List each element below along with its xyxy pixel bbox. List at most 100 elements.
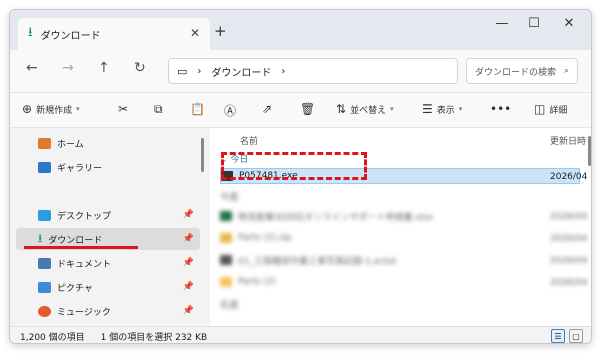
file-row[interactable]: Parts (2)	[220, 274, 580, 290]
search-input[interactable]: ダウンロードの検索 ⌕	[466, 58, 578, 84]
sidebar-item-home[interactable]: ホーム	[16, 132, 200, 154]
breadcrumb-downloads[interactable]: ダウンロード	[211, 64, 271, 79]
pictures-icon	[38, 281, 51, 293]
breadcrumb-separator-icon: ›	[197, 65, 202, 77]
gallery-icon	[38, 161, 51, 173]
monitor-icon: ▭	[177, 64, 188, 78]
pin-icon[interactable]: 📌	[183, 210, 194, 220]
sort-icon: ⇅	[336, 102, 347, 116]
file-name: Parts (2).zip	[238, 233, 292, 243]
refresh-button[interactable]: ↻	[134, 60, 146, 76]
view-label: 表示	[436, 105, 455, 116]
sort-label: 並べ替え	[350, 105, 387, 116]
plus-circle-icon: ⊕	[22, 102, 33, 116]
sidebar-scrollbar[interactable]	[201, 138, 204, 172]
file-list-scrollbar[interactable]	[588, 136, 591, 166]
excel-file-icon	[220, 211, 232, 221]
up-button[interactable]: ↑	[98, 60, 110, 76]
sidebar-item-label: ミュージック	[57, 307, 111, 318]
minimize-button[interactable]: —	[487, 16, 517, 31]
view-button[interactable]: ☰ 表示 ▾	[422, 102, 462, 116]
copy-icon[interactable]: ⧉	[154, 102, 163, 117]
zip-folder-icon	[220, 233, 232, 243]
pin-icon[interactable]: 📌	[183, 306, 194, 316]
close-window-button[interactable]: ✕	[554, 16, 584, 31]
file-date: 2026/04	[550, 278, 588, 288]
details-label: 詳細	[549, 105, 568, 116]
address-bar[interactable]: ▭ › ダウンロード ›	[168, 58, 458, 84]
file-row[interactable]: Parts (2).zip	[220, 230, 580, 246]
group-label: 今週	[220, 193, 239, 203]
home-icon	[38, 137, 51, 149]
chevron-down-icon: ▾	[458, 105, 463, 113]
tab-bar: ⭳ ダウンロード ✕ + — ☐ ✕	[10, 10, 591, 50]
forward-button[interactable]: →	[62, 60, 74, 76]
sidebar-item-label: ドキュメント	[57, 259, 112, 270]
cut-icon[interactable]: ✂	[118, 102, 128, 116]
delete-icon[interactable]: 🗑	[300, 102, 315, 116]
sidebar-item-gallery[interactable]: ギャラリー	[16, 156, 200, 178]
chevron-down-icon: ▾	[76, 105, 80, 113]
download-icon: ⭳	[28, 25, 33, 40]
file-name: 物流倉庫3D対応オンラインサポート申請書.xlsx	[238, 212, 434, 223]
pin-icon[interactable]: 📌	[183, 282, 194, 292]
view-icon: ☰	[422, 102, 433, 116]
file-date: 2026/04	[550, 234, 588, 244]
item-count: 1,200 個の項目	[20, 332, 85, 343]
file-date: 2026/04	[550, 172, 588, 182]
paste-icon[interactable]: 📋	[190, 102, 205, 116]
close-tab-icon[interactable]: ✕	[190, 26, 200, 40]
new-label: 新規作成	[36, 105, 73, 116]
pin-icon[interactable]: 📌	[183, 234, 194, 244]
rename-icon[interactable]: Ⓐ	[224, 102, 236, 119]
back-button[interactable]: ←	[26, 60, 38, 76]
pin-icon[interactable]: 📌	[183, 258, 194, 268]
sidebar-item-label: ギャラリー	[57, 163, 103, 174]
details-pane-button[interactable]: ◫ 詳細	[534, 102, 567, 116]
sidebar-item-label: ダウンロード	[48, 235, 103, 246]
sort-button[interactable]: ⇅ 並べ替え ▾	[336, 102, 394, 116]
file-name: 01_工程確認作業工事写真記録-1.ecbd	[238, 256, 396, 267]
command-bar: ⊕ 新規作成 ▾ ✂ ⧉ 📋 Ⓐ ⇗ 🗑 ⇅ 並べ替え ▾ ☰ 表示 ▾ •••…	[10, 92, 591, 128]
sidebar-item-documents[interactable]: ドキュメント 📌	[16, 252, 200, 274]
music-icon	[38, 305, 51, 317]
file-name: Parts (2)	[238, 277, 277, 287]
new-tab-button[interactable]: +	[214, 22, 227, 40]
tiles-view-icon[interactable]: ▢	[569, 329, 583, 343]
navigation-bar: ← → ↑ ↻ ▭ › ダウンロード › ダウンロードの検索 ⌕	[10, 50, 591, 92]
desktop-icon	[38, 209, 51, 221]
group-label: 先週	[220, 301, 239, 311]
status-bar: 1,200 個の項目 1 個の項目を選択 232 KB ☰ ▢	[10, 326, 591, 343]
share-icon[interactable]: ⇗	[262, 102, 272, 116]
search-placeholder: ダウンロードの検索	[475, 67, 557, 78]
more-options-button[interactable]: •••	[490, 102, 511, 116]
file-date: 2026/04	[550, 256, 588, 266]
document-file-icon	[220, 255, 232, 265]
breadcrumb-separator-icon: ›	[281, 65, 286, 77]
documents-icon	[38, 257, 51, 269]
details-pane-icon: ◫	[534, 102, 546, 116]
group-header-earlier[interactable]: 今週	[220, 190, 238, 203]
group-header-last[interactable]: 先週	[220, 298, 238, 311]
tab-downloads[interactable]: ⭳ ダウンロード ✕	[18, 18, 210, 50]
details-view-icon[interactable]: ☰	[551, 329, 565, 343]
sidebar-item-pictures[interactable]: ピクチャ 📌	[16, 276, 200, 298]
downloads-underline-annotation	[24, 246, 138, 249]
sidebar-item-label: ホーム	[57, 139, 84, 150]
file-date: 2026/04	[550, 212, 588, 222]
chevron-down-icon: ▾	[390, 105, 394, 113]
maximize-button[interactable]: ☐	[519, 16, 549, 31]
search-icon: ⌕	[563, 66, 569, 76]
sidebar-item-music[interactable]: ミュージック 📌	[16, 300, 200, 322]
column-header-modified[interactable]: 更新日時	[550, 134, 586, 147]
folder-icon	[220, 277, 232, 287]
selection-info: 1 個の項目を選択 232 KB	[100, 332, 208, 343]
sidebar-item-desktop[interactable]: デスクトップ 📌	[16, 204, 200, 226]
tab-title: ダウンロード	[40, 30, 101, 42]
highlight-annotation-box	[221, 152, 367, 180]
new-button[interactable]: ⊕ 新規作成 ▾	[22, 102, 80, 116]
file-row[interactable]: 物流倉庫3D対応オンラインサポート申請書.xlsx	[220, 208, 580, 224]
file-row[interactable]: 01_工程確認作業工事写真記録-1.ecbd	[220, 252, 580, 268]
column-header-name[interactable]: 名前	[240, 134, 258, 147]
navigation-pane: ホーム ギャラリー デスクトップ 📌 ⭳ ダウンロード 📌 ドキュメント 📌 ピ…	[10, 128, 206, 326]
